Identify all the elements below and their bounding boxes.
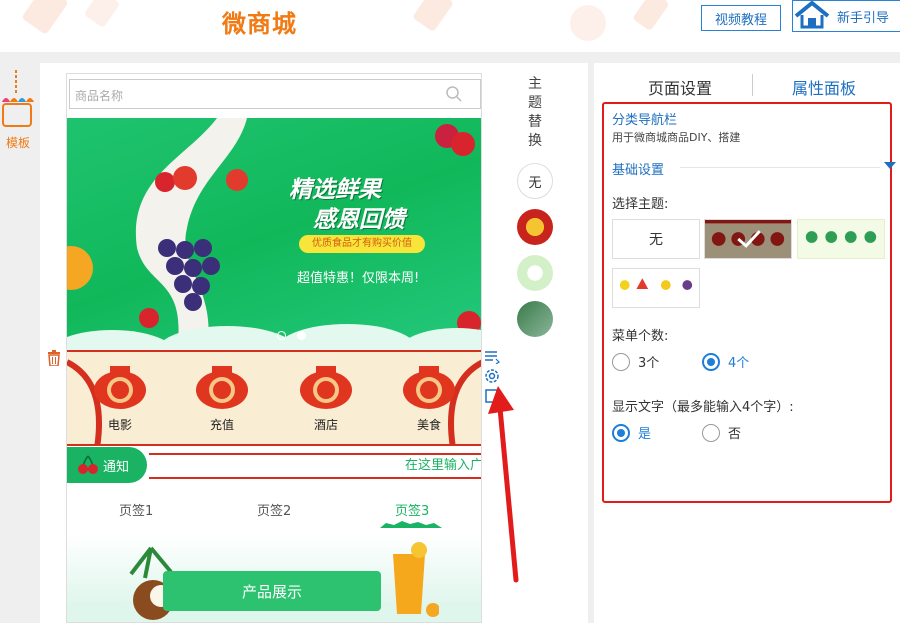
theme-preview-red [705, 220, 791, 258]
header-decoration [412, 0, 454, 33]
product-showcase-label: 产品展示 [163, 571, 381, 611]
nav-label: 充值 [209, 418, 234, 432]
notice-label: 通知 [103, 459, 130, 475]
theme-title-char: 题 [528, 95, 542, 111]
banner-headline-2: 感恩回馈 [313, 207, 405, 233]
banner-subtitle: 超值特惠！仅限本周! [297, 271, 420, 286]
lantern-icon [403, 366, 455, 409]
promo-banner[interactable]: 精选鲜果 感恩回馈 优质食品才有购买价值 超值特惠！仅限本周! [67, 118, 481, 350]
fruit-illustration [67, 118, 481, 350]
theme-card-red-lantern[interactable] [704, 219, 792, 259]
header-decoration [570, 5, 606, 41]
collapse-triangle-icon[interactable] [884, 162, 896, 169]
search-icon[interactable] [446, 86, 462, 102]
show-text-yes-radio[interactable]: 是 [612, 423, 651, 442]
radio-circle-checked [612, 423, 630, 442]
carousel-dot-active[interactable] [297, 331, 306, 340]
notice-marquee: 在这里输入广 [149, 453, 481, 479]
theme-none-label: 无 [528, 175, 542, 191]
home-icon [794, 1, 830, 29]
tab-1[interactable]: 页签1 [119, 500, 153, 519]
panel-tabs: 页面设置 属性面板 [594, 63, 900, 105]
radio-label: 3个 [638, 356, 660, 371]
show-text-label: 显示文字（最多能输入4个字）: [612, 400, 794, 415]
theme-preview-fruit [619, 278, 693, 290]
banner-headline-1: 精选鲜果 [289, 177, 381, 203]
lantern-icon [94, 366, 146, 409]
nav-item-recharge[interactable]: 充值 [191, 360, 253, 433]
shop-template-icon [2, 70, 34, 127]
theme-card-green-leaf[interactable] [797, 219, 885, 259]
tab-3[interactable]: 页签3 [395, 500, 429, 519]
header-decoration [83, 0, 121, 29]
banner-slogan: 优质食品才有购买价值 [299, 235, 425, 253]
video-tutorial-button[interactable]: 视频教程 [701, 5, 781, 31]
header-decoration [21, 0, 69, 35]
nav-item-food[interactable]: 美食 [398, 360, 460, 433]
radio-label: 是 [638, 427, 652, 442]
section-description: 用于微商城商品DIY、搭建 [612, 131, 741, 144]
theme-switcher: 主 题 替 换 无 [512, 75, 558, 337]
nav-item-movie[interactable]: 电影 [89, 360, 151, 433]
notice-pill: 通知 [67, 447, 147, 483]
notice-bar[interactable]: 通知 在这里输入广 [67, 447, 481, 487]
header-decoration [632, 0, 670, 32]
theme-title-char: 替 [528, 114, 542, 130]
theme-card-none[interactable]: 无 [612, 219, 700, 259]
top-header: 微商城 视频教程 新手引导 [0, 0, 900, 52]
app-title: 微商城 [222, 10, 297, 38]
theme-option-none[interactable]: 无 [517, 163, 553, 199]
choose-theme-label: 选择主题: [612, 197, 669, 212]
theme-title-char: 主 [528, 76, 542, 92]
radio-circle [612, 352, 630, 371]
radio-circle [702, 423, 720, 442]
lantern-icon [300, 366, 352, 409]
lantern-icon [196, 366, 248, 409]
theme-option-spring[interactable] [517, 255, 553, 291]
show-text-no-radio[interactable]: 否 [702, 423, 741, 442]
basic-settings-heading[interactable]: 基础设置 [612, 159, 664, 178]
tab-2[interactable]: 页签2 [257, 500, 291, 519]
tab-property-panel[interactable]: 属性面板 [792, 75, 856, 99]
theme-title-char: 换 [528, 133, 542, 149]
nav-label: 美食 [416, 418, 441, 432]
carousel-dot[interactable] [277, 331, 286, 340]
mobile-preview: 商品名称 精选鲜果 感恩回馈 优质食品才有购买价值 超值特惠！仅限本周! 电影 … [66, 73, 482, 623]
theme-card-none-label: 无 [649, 232, 663, 248]
tab-divider [752, 74, 753, 96]
divider [680, 167, 880, 168]
theme-option-green[interactable] [517, 301, 553, 337]
category-nav-strip[interactable]: 电影 充值 酒店 美食 [67, 350, 481, 446]
juice-icon [393, 542, 439, 617]
category-nav-settings: 分类导航栏 用于微商城商品DIY、搭建 基础设置 选择主题: 无 菜单个数: 3… [602, 102, 896, 503]
radio-circle-checked [702, 352, 720, 371]
radio-label: 否 [728, 427, 742, 442]
theme-card-fruit[interactable] [612, 268, 700, 308]
template-tool[interactable]: 模板 [0, 70, 36, 151]
cherry-icon [78, 455, 98, 474]
beginner-guide-label: 新手引导 [837, 10, 890, 26]
theme-option-red[interactable] [517, 209, 553, 245]
menu-count-3-radio[interactable]: 3个 [612, 352, 659, 371]
delete-icon[interactable] [47, 350, 61, 366]
sort-icon[interactable] [484, 350, 500, 364]
section-title: 分类导航栏 [612, 113, 678, 128]
nav-label: 酒店 [313, 418, 338, 432]
search-placeholder: 商品名称 [75, 89, 124, 103]
tab-bar: 页签1 页签2 页签3 [67, 494, 481, 534]
tab-active-indicator [380, 521, 442, 528]
radio-label: 4个 [728, 356, 750, 371]
menu-count-label: 菜单个数: [612, 329, 669, 344]
annotation-arrow [488, 386, 519, 583]
template-label: 模板 [5, 136, 30, 150]
nav-label: 电影 [107, 418, 132, 432]
product-showcase-banner[interactable]: 产品展示 [67, 534, 481, 622]
tab-page-settings[interactable]: 页面设置 [648, 75, 712, 99]
nav-item-hotel[interactable]: 酒店 [295, 360, 357, 433]
theme-preview-green [798, 220, 884, 258]
product-search-input[interactable]: 商品名称 [69, 79, 481, 109]
menu-count-4-radio[interactable]: 4个 [702, 352, 749, 371]
